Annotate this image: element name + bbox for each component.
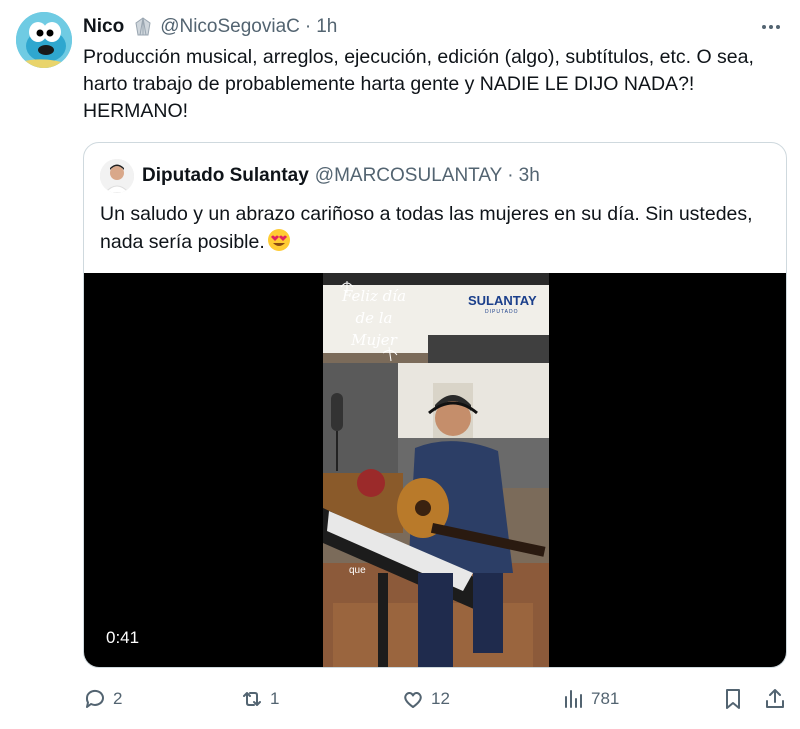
views-button[interactable]: 781 [561, 686, 619, 712]
video-player[interactable]: Feliz día de la Mujer SULANTAY DIPUTADO … [84, 273, 786, 667]
video-overlay-title: Feliz día de la Mujer [339, 285, 409, 351]
repost-button[interactable]: 1 [240, 686, 279, 712]
more-options-icon[interactable] [758, 14, 784, 40]
brand-logo-text: SULANTAY [468, 293, 537, 308]
tweet-text: Producción musical, arreglos, ejecución,… [83, 46, 754, 122]
quoted-header: Diputado Sulantay @MARCOSULANTAY · 3h [100, 159, 540, 193]
overlay-line-3: Mujer [351, 331, 397, 349]
repost-icon [243, 692, 261, 706]
quoted-avatar [100, 159, 134, 193]
tweet-time[interactable]: 1h [316, 16, 337, 38]
quoted-text: Un saludo y un abrazo cariñoso a todas l… [100, 201, 760, 256]
author-avatar[interactable] [16, 12, 72, 68]
brand-sub-text: DIPUTADO [485, 309, 519, 315]
quoted-time[interactable]: 3h [519, 165, 540, 187]
like-button[interactable]: 12 [401, 686, 450, 712]
bookmark-button[interactable] [721, 686, 745, 712]
overlay-line-2: de la [355, 309, 393, 327]
video-frame: Feliz día de la Mujer SULANTAY DIPUTADO … [323, 273, 549, 667]
reply-count: 2 [113, 689, 123, 708]
quoted-text-content: Un saludo y un abrazo cariñoso a todas l… [100, 203, 753, 253]
quoted-tweet[interactable]: Diputado Sulantay @MARCOSULANTAY · 3h Un… [83, 142, 787, 668]
views-chart-icon [565, 690, 582, 708]
shell-badge-icon [132, 16, 154, 38]
overlay-line-1: Feliz día [341, 287, 407, 305]
share-icon [766, 689, 784, 708]
quoted-separator: · [507, 165, 514, 186]
author-name[interactable]: Nico [83, 16, 124, 38]
like-count: 12 [431, 689, 450, 708]
quoted-author-handle[interactable]: @MARCOSULANTAY [315, 165, 503, 187]
heart-icon [404, 692, 422, 708]
share-button[interactable] [763, 686, 787, 712]
quoted-author-name[interactable]: Diputado Sulantay [142, 165, 309, 187]
video-duration: 0:41 [106, 628, 140, 647]
tweet-header: Nico @NicoSegoviaC · 1h [83, 14, 337, 40]
author-handle[interactable]: @NicoSegoviaC [160, 16, 300, 38]
separator: · [304, 16, 312, 37]
action-bar: 2 1 12 781 [83, 686, 787, 712]
video-caption: que [349, 565, 366, 576]
reply-button[interactable]: 2 [83, 686, 122, 712]
repost-count: 1 [270, 689, 280, 708]
views-count: 781 [591, 689, 620, 708]
heart-eyes-emoji-icon [267, 228, 291, 252]
bookmark-icon [726, 689, 740, 709]
reply-icon [85, 689, 104, 708]
